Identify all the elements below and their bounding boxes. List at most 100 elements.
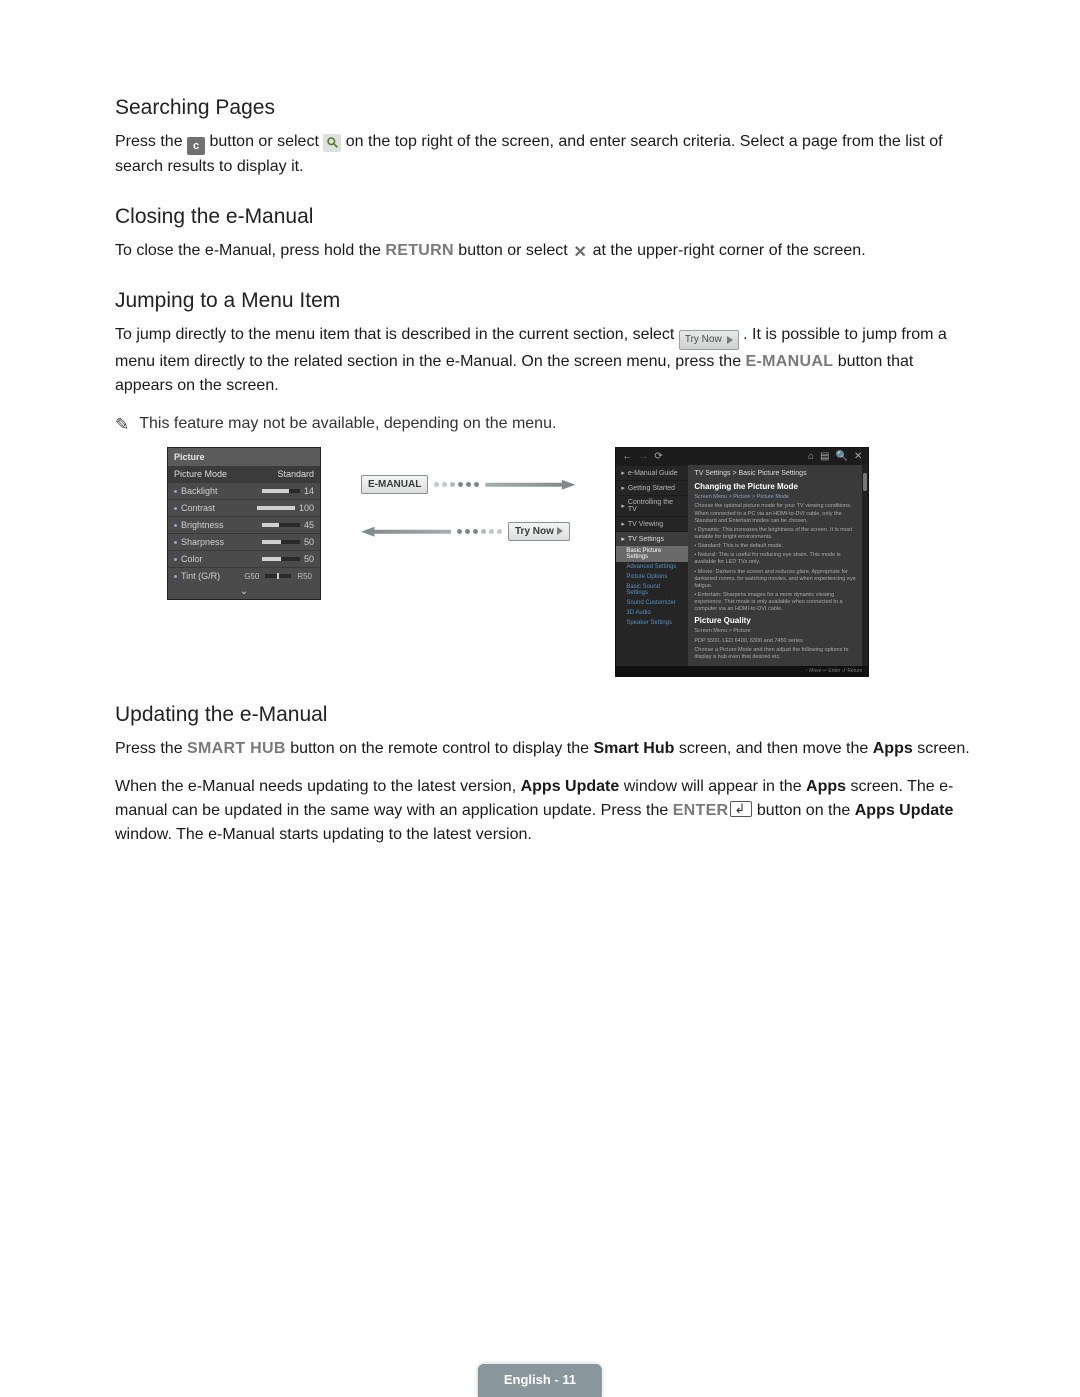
emanual-topbar: ←→⟳ ⌂▤🔍✕	[616, 448, 868, 465]
para-jumping: To jump directly to the menu item that i…	[115, 323, 970, 398]
emanual-path: Screen Menu > Picture > Picture Mode	[694, 494, 856, 501]
apps-update-label-2: Apps Update	[855, 802, 954, 819]
emanual-line: • Movie: Darkens the screen and reduces …	[694, 569, 856, 590]
osd-title: Picture	[168, 448, 320, 466]
emanual-nav-subitem: Picture Options	[616, 572, 688, 582]
nav-bullet-icon: ▸	[621, 469, 625, 477]
osd-item-value: 50	[304, 554, 314, 564]
osd-tint-g: G50	[244, 572, 259, 581]
emanual-nav-subitem: Sound Customizer	[616, 598, 688, 608]
scrollbar	[862, 465, 868, 666]
osd-row: Brightness45	[168, 516, 320, 533]
dots-icon	[457, 529, 502, 534]
enter-icon	[730, 801, 752, 817]
refresh-icon: ⟳	[654, 451, 662, 462]
text: button on the	[757, 802, 855, 819]
emanual-footer: ↑ Move ↵ Enter ↺ Return	[616, 666, 868, 676]
return-button-label: RETURN	[385, 242, 453, 259]
text: button on the remote control to display …	[290, 740, 593, 757]
arrow-to-emanual: E-MANUAL	[361, 475, 575, 494]
nav-bullet-icon: ▸	[621, 484, 625, 492]
emanual-nav: ▸e-Manual Guide▸Getting Started▸Controll…	[616, 465, 688, 666]
try-now-button: Try Now	[508, 522, 570, 541]
osd-mode-value: Standard	[277, 469, 314, 479]
osd-row: Sharpness50	[168, 533, 320, 550]
emanual-nav-item: ▸e-Manual Guide	[616, 465, 688, 480]
text: button or select	[209, 133, 323, 150]
emanual-content: TV Settings > Basic Picture Settings Cha…	[688, 465, 862, 666]
note-icon: ✎	[115, 412, 129, 438]
emanual-nav-subitem: Advanced Settings	[616, 562, 688, 572]
heading-jumping-menu: Jumping to a Menu Item	[115, 289, 970, 313]
emanual-nav-item: ▸Getting Started	[616, 480, 688, 495]
emanual-line: • Standard: This is the default mode.	[694, 543, 856, 550]
try-now-button-icon: Try Now	[679, 330, 739, 350]
osd-picture-mode-row: Picture Mode Standard	[168, 466, 320, 482]
osd-mode-label: Picture Mode	[174, 469, 227, 479]
heading-updating-emanual: Updating the e-Manual	[115, 703, 970, 727]
arrow-right-icon	[485, 480, 575, 490]
heading-closing-emanual: Closing the e-Manual	[115, 205, 970, 229]
osd-row: Backlight 14	[168, 482, 320, 499]
emanual-line: Screen Menu > Picture	[694, 628, 856, 635]
search-icon: 🔍	[835, 451, 847, 462]
text: When the e-Manual needs updating to the …	[115, 778, 521, 795]
emanual-nav-subitem: Basic Sound Settings	[616, 582, 688, 598]
arrow-left-icon	[361, 527, 451, 537]
osd-item-value: 14	[304, 486, 314, 496]
smarthub-screen: Smart Hub	[593, 740, 674, 757]
emanual-nav-item: ▸TV Viewing	[616, 516, 688, 531]
text: button or select	[458, 242, 572, 259]
osd-item-name: Color	[181, 554, 258, 564]
text: Press the	[115, 740, 187, 757]
zoom-icon: ▤	[820, 451, 829, 462]
emanual-line: • Natural: This is useful for reducing e…	[694, 552, 856, 566]
smarthub-label: SMART HUB	[187, 740, 286, 757]
text: Press the	[115, 133, 187, 150]
text: screen.	[917, 740, 969, 757]
enter-label: ENTER	[673, 802, 729, 819]
note-jumping: ✎ This feature may not be available, dep…	[115, 412, 970, 438]
apps-update-label: Apps Update	[521, 778, 620, 795]
emanual-heading: Changing the Picture Mode	[694, 482, 856, 491]
text: screen, and then move the	[679, 740, 873, 757]
osd-down-icon: ⌄	[168, 584, 320, 599]
osd-item-name: Sharpness	[181, 537, 258, 547]
forward-icon: →	[638, 451, 648, 462]
emanual-nav-item: ▸TV Settings	[616, 531, 688, 546]
close-icon: ✕	[854, 451, 862, 462]
osd-picture-menu: Picture Picture Mode Standard Backlight 1…	[167, 447, 321, 600]
apps-label-2: Apps	[806, 778, 846, 795]
close-icon: ✕	[572, 245, 588, 261]
home-icon: ⌂	[808, 451, 814, 462]
emanual-line: Choose a Picture Mode and then adjust th…	[694, 647, 856, 661]
emanual-screenshot: ←→⟳ ⌂▤🔍✕ ▸e-Manual Guide▸Getting Started…	[615, 447, 869, 677]
osd-item-name: Brightness	[181, 520, 258, 530]
text: at the upper-right corner of the screen.	[593, 242, 866, 259]
heading-searching-pages: Searching Pages	[115, 96, 970, 120]
breadcrumb: TV Settings > Basic Picture Settings	[694, 468, 856, 479]
emanual-nav-subitem: 3D Audio	[616, 608, 688, 618]
emanual-line: • Dynamic: This increases the brightness…	[694, 527, 856, 541]
nav-bullet-icon: ▸	[621, 535, 625, 543]
page-footer: English - 11	[478, 1364, 602, 1397]
figure-arrows: E-MANUAL Try Now	[361, 475, 575, 541]
emanual-line: • Entertain: Sharpens images for a more …	[694, 592, 856, 613]
para-closing: To close the e-Manual, press hold the RE…	[115, 239, 970, 263]
figure-jumping: Picture Picture Mode Standard Backlight 1…	[167, 447, 970, 677]
footer-page: 11	[562, 1372, 576, 1387]
search-icon	[323, 134, 341, 152]
arrow-to-trynow: Try Now	[361, 522, 575, 541]
osd-tint-r: R50	[297, 572, 312, 581]
para-updating-1: Press the SMART HUB button on the remote…	[115, 737, 970, 761]
emanual-heading-quality: Picture Quality	[694, 616, 856, 625]
osd-item-name: Backlight	[181, 486, 258, 496]
emanual-nav-subitem: Basic Picture Settings	[616, 546, 688, 562]
emanual-nav-item: ▸Controlling the TV	[616, 495, 688, 516]
c-button-icon: c	[187, 137, 205, 155]
dots-icon	[434, 482, 479, 487]
para-updating-2: When the e-Manual needs updating to the …	[115, 775, 970, 847]
osd-row: Contrast100	[168, 499, 320, 516]
nav-bullet-icon: ▸	[621, 502, 625, 510]
nav-bullet-icon: ▸	[621, 520, 625, 528]
